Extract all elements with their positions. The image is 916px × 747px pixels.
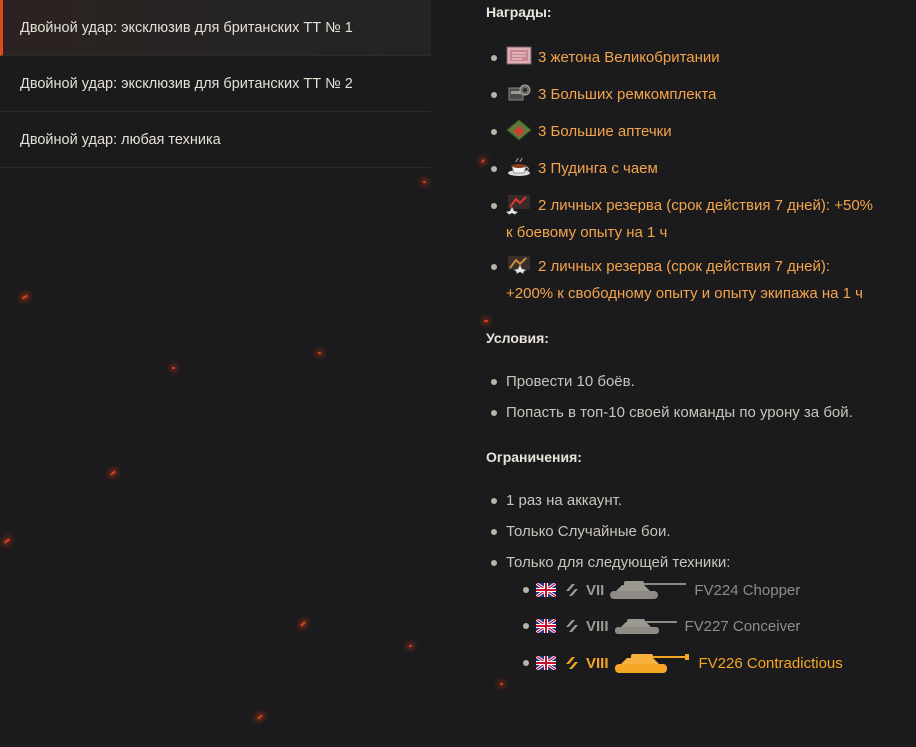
uk-token-icon [506, 45, 532, 67]
restriction-text: Только Случайные бои. [506, 523, 671, 540]
reward-text: 3 Пудинга с чаем [538, 160, 658, 177]
heavy-tank-class-icon [566, 657, 578, 669]
sidebar-item-any-vehicle[interactable]: Двойной удар: любая техника [0, 112, 431, 168]
mission-sidebar: Двойной удар: эксклюзив для британских Т… [0, 0, 431, 168]
vehicle-name: FV224 Chopper [694, 581, 801, 599]
reward-text-continued: +200% к свободному опыту и опыту экипажа… [506, 285, 863, 302]
uk-flag-icon [536, 619, 556, 633]
uk-flag-icon [536, 583, 556, 597]
heavy-tank-class-icon [566, 620, 578, 632]
sidebar-item-uk-heavy-1[interactable]: Двойной удар: эксклюзив для британских Т… [0, 0, 431, 56]
vehicle-name: FV227 Conceiver [684, 617, 801, 635]
restriction-item: 1 раз на аккаунт. [491, 491, 622, 511]
reward-text: 3 жетона Великобритании [538, 49, 720, 66]
tank-silhouette-icon [614, 619, 677, 634]
reward-text: 3 Больших ремкомплекта [538, 86, 717, 103]
reward-item: 3 Пудинга с чаем [491, 155, 906, 182]
free-crew-xp-reserve-icon [506, 254, 532, 276]
conditions-title: Условия: [486, 330, 549, 346]
restriction-item: Только Случайные бои. [491, 522, 671, 542]
combat-xp-reserve-icon [506, 193, 532, 216]
reward-text: 3 Большие аптечки [538, 123, 672, 140]
condition-text: Провести 10 боёв. [506, 373, 635, 390]
reward-item: 3 Больших ремкомплекта [491, 81, 906, 108]
large-first-aid-kit-icon [506, 119, 532, 141]
reward-item: 2 личных резерва (срок действия 7 дней):… [491, 192, 906, 246]
reward-text-continued: к боевому опыту на 1 ч [506, 224, 668, 241]
restrictions-title: Ограничения: [486, 449, 582, 465]
vehicle-tier: VIII [586, 617, 609, 635]
condition-text: Попасть в топ-10 своей команды по урону … [506, 404, 853, 421]
restriction-text: Только для следующей техники: [506, 554, 731, 571]
large-repair-kit-icon [506, 82, 532, 104]
reward-item: 3 жетона Великобритании [491, 44, 906, 71]
condition-item: Попасть в топ-10 своей команды по урону … [491, 403, 853, 423]
restriction-item: Только для следующей техники: [491, 553, 731, 573]
condition-item: Провести 10 боёв. [491, 372, 635, 392]
vehicle-fv227-conceiver[interactable]: VIII FV227 Conceiver [523, 614, 801, 638]
vehicle-tier: VIII [586, 654, 609, 672]
pudding-tea-icon [506, 156, 532, 178]
tank-silhouette-icon [614, 654, 689, 673]
reward-item: 3 Большие аптечки [491, 118, 906, 145]
vehicle-fv226-contradictious[interactable]: VIII FV226 Contradictious [523, 651, 843, 675]
reward-text: 2 личных резерва (срок действия 7 дней): [538, 258, 831, 275]
vehicle-name: FV226 Contradictious [698, 654, 843, 672]
vehicle-fv224-chopper[interactable]: VII FV224 Chopper [523, 578, 801, 602]
vehicle-tier: VII [586, 581, 605, 599]
rewards-title: Награды: [486, 4, 552, 20]
sidebar-item-uk-heavy-2[interactable]: Двойной удар: эксклюзив для британских Т… [0, 56, 431, 112]
heavy-tank-class-icon [566, 584, 578, 596]
uk-flag-icon [536, 656, 556, 670]
tank-silhouette-icon [610, 581, 687, 599]
reward-text: 2 личных резерва (срок действия 7 дней):… [538, 197, 874, 214]
restriction-text: 1 раз на аккаунт. [506, 492, 622, 509]
reward-item: 2 личных резерва (срок действия 7 дней):… [491, 253, 906, 307]
